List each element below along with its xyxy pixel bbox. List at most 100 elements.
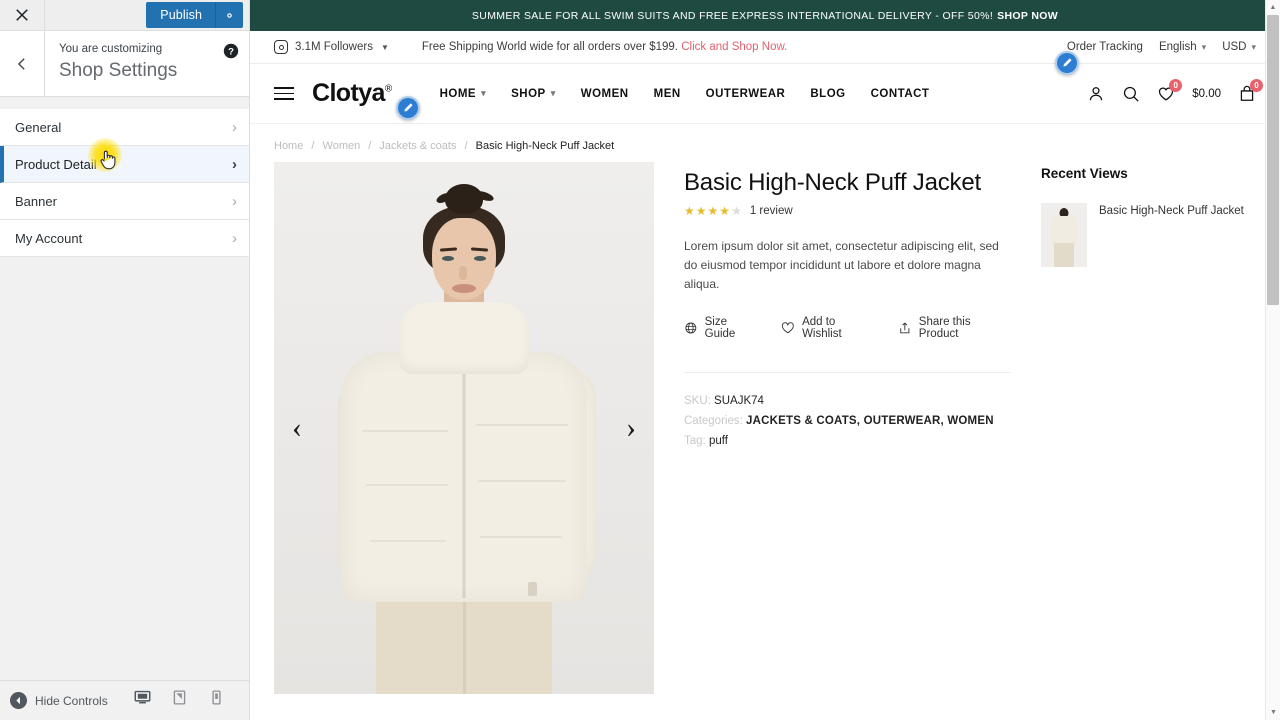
scrollbar-thumb[interactable] — [1267, 15, 1279, 305]
chevron-down-icon: ▼ — [380, 42, 389, 52]
star-icon: ★ — [707, 204, 719, 218]
sidebar-item-label: My Account — [15, 230, 83, 246]
gear-icon — [227, 12, 232, 18]
share-product-button[interactable]: Share this Product — [898, 316, 1011, 340]
tag-value[interactable]: puff — [709, 435, 728, 447]
language-value: English — [1158, 41, 1197, 53]
edit-shortcut-logo[interactable] — [396, 96, 420, 120]
hide-controls-button[interactable]: Hide Controls — [10, 692, 108, 709]
main-header: Clotya® HOME ▾ SHOP ▾ WOMEN MEN OUTERWEA… — [250, 64, 1280, 124]
nav-item-outerwear[interactable]: OUTERWEAR — [706, 88, 786, 100]
close-customizer-button[interactable] — [0, 0, 45, 30]
search-button[interactable] — [1122, 85, 1140, 103]
edit-shortcut-topbar[interactable] — [1055, 51, 1079, 75]
meta-categories-row: Categories: JACKETS & COATS, OUTERWEAR, … — [684, 411, 1011, 431]
add-to-wishlist-button[interactable]: Add to Wishlist — [781, 316, 876, 340]
header-icon-group: 0 $0.00 0 — [1087, 78, 1263, 103]
nav-item-contact[interactable]: CONTACT — [871, 88, 930, 100]
star-icon: ★ — [719, 204, 731, 218]
customizer-footer: Hide Controls — [0, 680, 249, 720]
chevron-right-icon: › — [232, 155, 237, 173]
product-rating: ★ ★ ★ ★ ★ 1 review — [684, 205, 1011, 217]
site-logo[interactable]: Clotya® — [312, 79, 392, 108]
star-icon: ★ — [684, 204, 695, 218]
categories-value[interactable]: JACKETS & COATS, OUTERWEAR, WOMEN — [746, 415, 994, 427]
share-label: Share this Product — [918, 316, 971, 340]
publish-button[interactable]: Publish — [146, 2, 215, 28]
publish-settings-button[interactable] — [215, 2, 243, 28]
desktop-icon — [134, 690, 151, 703]
sku-value: SUAJK74 — [714, 395, 764, 407]
utility-links: Order Tracking English ▾ USD ▾ — [1067, 41, 1256, 53]
nav-item-blog[interactable]: BLOG — [810, 88, 845, 100]
info-divider — [684, 372, 1011, 373]
customizer-panel: Publish You are customizing Shop Setting… — [0, 0, 250, 720]
hide-controls-label: Hide Controls — [35, 693, 108, 708]
customizer-body-fill — [0, 257, 249, 680]
instagram-followers[interactable]: 3.1M Followers ▼ — [274, 40, 389, 54]
site-preview: SUMMER SALE FOR ALL SWIM SUITS AND FREE … — [250, 0, 1280, 720]
sidebar-item-banner[interactable]: Banner › — [0, 183, 249, 220]
utility-bar: 3.1M Followers ▼ Free Shipping World wid… — [250, 31, 1280, 75]
announcement-shop-now-link[interactable]: SHOP NOW — [997, 10, 1058, 22]
nav-item-men[interactable]: MEN — [654, 88, 681, 100]
shipping-shop-link[interactable]: Click and Shop Now. — [681, 41, 787, 53]
order-tracking-link[interactable]: Order Tracking — [1067, 41, 1143, 53]
recent-view-name[interactable]: Basic High-Neck Puff Jacket — [1099, 203, 1244, 267]
nav-label: BLOG — [810, 87, 846, 100]
breadcrumb-women[interactable]: Women — [323, 140, 361, 152]
star-rating[interactable]: ★ ★ ★ ★ ★ — [684, 205, 742, 217]
product-info: Basic High-Neck Puff Jacket ★ ★ ★ ★ ★ 1 … — [684, 162, 1011, 694]
wishlist-label: Add to Wishlist — [802, 316, 842, 340]
account-button[interactable] — [1087, 85, 1105, 103]
announcement-text: SUMMER SALE FOR ALL SWIM SUITS AND FREE … — [471, 9, 994, 22]
product-image — [274, 162, 654, 694]
mobile-icon — [212, 689, 221, 705]
language-selector[interactable]: English ▾ — [1159, 41, 1206, 53]
device-desktop-button[interactable] — [134, 689, 151, 713]
nav-item-home[interactable]: HOME ▾ — [440, 88, 487, 100]
nav-label: OUTERWEAR — [705, 87, 786, 100]
breadcrumb-separator: / — [311, 140, 315, 152]
review-count[interactable]: 1 review — [750, 205, 793, 217]
nav-item-shop[interactable]: SHOP ▾ — [511, 88, 556, 100]
currency-selector[interactable]: USD ▾ — [1222, 41, 1256, 53]
preview-scrollbar[interactable]: ▲ ▼ — [1265, 0, 1280, 720]
sku-label: SKU: — [684, 395, 711, 407]
product-gallery[interactable]: ‹ › — [274, 162, 654, 694]
customizer-section-list: General › Product Detail › Banner › My A… — [0, 109, 249, 257]
chevron-down-icon: ▾ — [1201, 41, 1207, 52]
meta-sku-row: SKU: SUAJK74 — [684, 391, 1011, 411]
size-guide-button[interactable]: Size Guide — [684, 316, 759, 340]
product-description: Lorem ipsum dolor sit amet, consectetur … — [684, 239, 999, 291]
breadcrumb-jackets-coats[interactable]: Jackets & coats — [379, 140, 456, 152]
instagram-icon — [274, 40, 288, 54]
shipping-notice: Free Shipping World wide for all orders … — [422, 41, 787, 53]
recent-view-thumbnail — [1041, 203, 1087, 267]
gallery-prev-button[interactable]: ‹ — [292, 413, 302, 443]
help-button[interactable]: ? — [223, 43, 239, 59]
breadcrumb-separator: / — [368, 140, 372, 152]
list-item[interactable]: Basic High-Neck Puff Jacket — [1041, 203, 1256, 267]
gallery-next-button[interactable]: › — [626, 413, 636, 443]
cart-button[interactable]: 0 — [1238, 78, 1263, 103]
menu-toggle-button[interactable] — [274, 87, 294, 100]
device-tablet-button[interactable] — [171, 689, 188, 713]
device-mobile-button[interactable] — [208, 689, 225, 713]
close-icon — [16, 9, 28, 21]
breadcrumb-current: Basic High-Neck Puff Jacket — [475, 140, 615, 152]
sidebar-item-my-account[interactable]: My Account › — [0, 220, 249, 257]
primary-nav: HOME ▾ SHOP ▾ WOMEN MEN OUTERWEAR BLOG C… — [440, 88, 930, 100]
nav-item-women[interactable]: WOMEN — [581, 88, 629, 100]
scroll-up-button[interactable]: ▲ — [1266, 0, 1280, 15]
scroll-down-button[interactable]: ▼ — [1266, 705, 1280, 720]
back-button[interactable] — [0, 31, 45, 96]
panel-gap — [0, 97, 249, 109]
customizer-header: You are customizing Shop Settings ? — [0, 31, 249, 97]
sidebar-item-product-detail[interactable]: Product Detail › — [0, 146, 249, 183]
breadcrumb-home[interactable]: Home — [274, 140, 303, 152]
sidebar-item-general[interactable]: General › — [0, 109, 249, 146]
categories-label: Categories: — [684, 415, 743, 427]
breadcrumb-separator: / — [464, 140, 468, 152]
wishlist-button[interactable]: 0 — [1157, 78, 1183, 103]
